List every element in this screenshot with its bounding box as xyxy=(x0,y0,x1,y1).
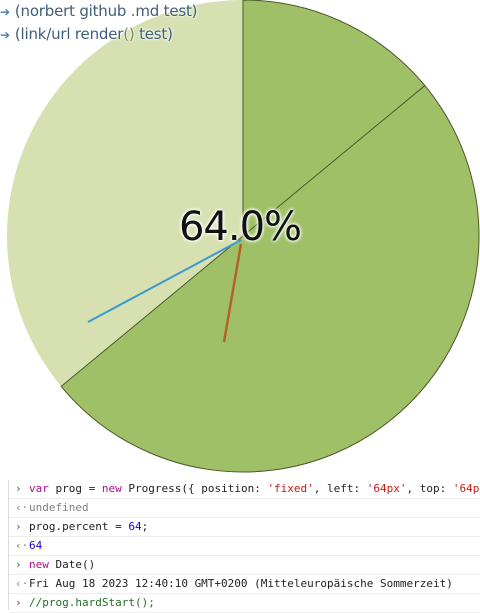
console-result-line[interactable]: ‹·undefined xyxy=(9,499,480,518)
console-token: new xyxy=(101,482,129,495)
console-input-line[interactable]: › new Date() xyxy=(9,556,480,575)
devtools-console[interactable]: › var prog = new Progress({ position: 'fi… xyxy=(8,480,480,613)
console-token: Progress({ position: xyxy=(128,482,268,495)
console-result-line[interactable]: ‹·Fri Aug 18 2023 12:40:10 GMT+0200 (Mit… xyxy=(9,575,480,594)
link-text: (norbert github .md test) xyxy=(14,2,198,20)
console-token: undefined xyxy=(29,501,89,514)
console-token: , top: xyxy=(406,482,453,495)
console-token: '64px' xyxy=(452,482,480,495)
link-text: (link/url render xyxy=(14,25,124,43)
link-text-muted: () xyxy=(123,25,135,43)
console-token: //prog.hardStart(); xyxy=(29,596,155,609)
prompt-chevron-icon: › xyxy=(15,482,22,495)
link-markdown-test[interactable]: ➔ (norbert github .md test) xyxy=(0,2,198,20)
result-arrow-icon: ‹· xyxy=(15,539,29,552)
prompt-chevron-icon: › xyxy=(15,558,22,571)
console-token: prog.percent = xyxy=(29,520,129,533)
link-text-tail: test) xyxy=(134,25,173,43)
arrow-icon: ➔ xyxy=(0,28,10,42)
prompt-chevron-icon: › xyxy=(15,596,22,609)
console-token: 64 xyxy=(128,520,142,533)
link-url-render-test[interactable]: ➔ (link/url render() test) xyxy=(0,25,173,43)
console-input-line[interactable]: › var prog = new Progress({ position: 'fi… xyxy=(9,480,480,499)
result-arrow-icon: ‹· xyxy=(15,577,29,590)
console-token: 'fixed' xyxy=(267,482,314,495)
console-input-line[interactable]: › prog.percent = 64; xyxy=(9,518,480,537)
console-token: var xyxy=(29,482,56,495)
console-token: prog = xyxy=(55,482,102,495)
console-token: ; xyxy=(141,520,149,533)
console-token: 64 xyxy=(29,539,43,552)
console-token: Fri Aug 18 2023 12:40:10 GMT+0200 (Mitte… xyxy=(29,577,453,590)
prompt-chevron-icon: › xyxy=(15,520,22,533)
console-token: Date() xyxy=(55,558,96,571)
console-token: , left: xyxy=(313,482,367,495)
console-token: new xyxy=(29,558,56,571)
console-result-line[interactable]: ‹·64 xyxy=(9,537,480,556)
console-input-line[interactable]: › //prog.hardStart(); xyxy=(9,594,480,613)
percent-label: 64.0% xyxy=(178,204,302,250)
arrow-icon: ➔ xyxy=(0,5,10,19)
console-token: '64px' xyxy=(366,482,407,495)
result-arrow-icon: ‹· xyxy=(15,501,29,514)
